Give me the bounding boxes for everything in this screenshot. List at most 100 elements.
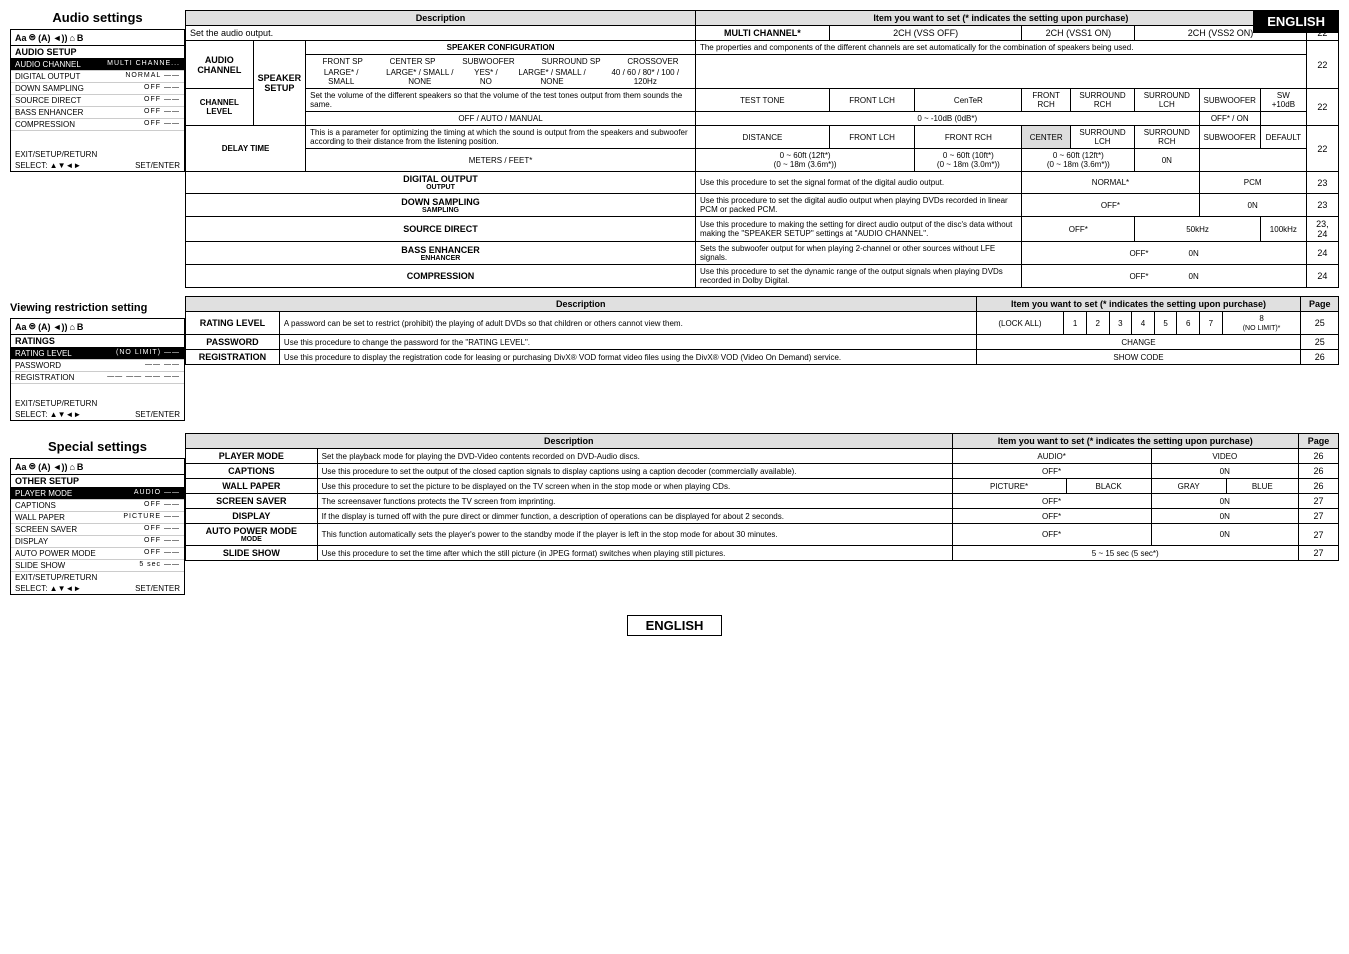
center-label: CenTeR — [915, 89, 1022, 112]
special-menu-item-1[interactable]: CAPTIONS OFF —— — [11, 500, 184, 512]
subwoofer-col-label: SUBWOOFER — [1199, 89, 1260, 112]
page-25-rating: 25 — [1301, 312, 1339, 335]
large-small-none-label2: LARGE* / SMALL / NONE — [506, 68, 597, 86]
table-row-password: PASSWORD Use this procedure to change th… — [186, 335, 1339, 350]
down-sampling-on: 0N — [1199, 194, 1306, 217]
channel-level-cell: CHANNEL LEVEL — [186, 89, 254, 126]
compression-off: OFF* 0N — [1022, 265, 1306, 288]
player-mode-video: VIDEO — [1151, 449, 1298, 464]
display-menu-value: OFF —— — [144, 537, 180, 546]
audio-channel-value: MULTI CHANNE... — [107, 60, 180, 69]
page-26-reg: 26 — [1301, 350, 1339, 365]
bass-enhancer-label-menu: BASS ENHANCER — [15, 108, 83, 117]
special-menu-item-4[interactable]: DISPLAY OFF —— — [11, 536, 184, 548]
player-mode-audio: AUDIO* — [952, 449, 1151, 464]
b-icon: B — [77, 33, 84, 43]
rating-val-6: 6 — [1177, 312, 1200, 335]
bass-enhancer-col: BASS ENHANCER ENHANCER — [186, 242, 696, 265]
auto-power-menu-label: AUTO POWER MODE — [15, 549, 96, 558]
special-menu-item-6[interactable]: SLIDE SHOW 5 sec —— — [11, 560, 184, 572]
table-row-registration: REGISTRATION Use this procedure to displ… — [186, 350, 1339, 365]
table-row-player-mode: PLAYER MODE Set the playback mode for pl… — [186, 449, 1339, 464]
table-row-rating-level: RATING LEVEL A password can be set to re… — [186, 312, 1339, 335]
surround-lch-d: SURROUND LCH — [1070, 126, 1134, 149]
test-tone-label: TEST TONE — [695, 89, 829, 112]
ratings-menu-item-2[interactable]: REGISTRATION —— —— —— —— — [11, 372, 184, 384]
slide-show-desc-cell: Use this procedure to set the time after… — [317, 546, 952, 561]
page-22-channel: 22 — [1306, 89, 1338, 126]
digital-output-normal: NORMAL* — [1022, 172, 1199, 194]
speaker-config-desc: The properties and components of the dif… — [695, 41, 1306, 55]
digital-output-desc-cell: Use this procedure to set the signal for… — [695, 172, 1021, 194]
ss-item-header: Item you want to set (* indicates the se… — [952, 434, 1298, 449]
2ch-vss1-on-header: 2CH (VSS1 ON) — [1022, 26, 1135, 41]
off-on-label: OFF* / ON — [1199, 112, 1260, 126]
display-menu-label: DISPLAY — [15, 537, 48, 546]
page-26-captions: 26 — [1298, 464, 1338, 479]
special-menu-item-2[interactable]: WALL PAPER PICTURE —— — [11, 512, 184, 524]
front-rch-d: FRONT RCH — [915, 126, 1022, 149]
audio-menu-item-0[interactable]: AUDIO CHANNEL MULTI CHANNE... — [11, 59, 184, 71]
speaker-icon-r: ◄)) — [53, 322, 68, 332]
auto-power-off: OFF* — [952, 524, 1151, 546]
table-row-speaker-config: AUDIO CHANNEL SPEAKER SETUP SPEAKER CONF… — [186, 41, 1339, 55]
front-rch-label: FRONT RCH — [1022, 89, 1070, 112]
password-col: PASSWORD — [186, 335, 280, 350]
set-enter-ratings: SET/ENTER — [135, 410, 180, 419]
display-desc-cell: If the display is turned off with the pu… — [317, 509, 952, 524]
exit-setup-ratings: EXIT/SETUP/RETURN — [15, 399, 97, 408]
page-26-player: 26 — [1298, 449, 1338, 464]
audio-menu-item-1[interactable]: DIGITAL OUTPUT NORMAL —— — [11, 71, 184, 83]
registration-col: REGISTRATION — [186, 350, 280, 365]
hz-label: 40 / 60 / 80* / 100 / 120Hz — [600, 68, 691, 86]
special-menu-item-5[interactable]: AUTO POWER MODE OFF —— — [11, 548, 184, 560]
table-row-captions: CAPTIONS Use this procedure to set the o… — [186, 464, 1339, 479]
b-icon-s: B — [77, 462, 84, 472]
table-row-slide-show: SLIDE SHOW Use this procedure to set the… — [186, 546, 1339, 561]
down-sampling-col: DOWN SAMPLING SAMPLING — [186, 194, 696, 217]
surround-rch-d: SURROUND RCH — [1135, 126, 1199, 149]
center-sp-label: CENTER SP — [390, 57, 436, 66]
slide-show-menu-label: SLIDE SHOW — [15, 561, 65, 570]
wall-paper-black: BLACK — [1066, 479, 1151, 494]
bass-enhancer-off: OFF* 0N — [1022, 242, 1306, 265]
digital-output-label-menu: DIGITAL OUTPUT — [15, 72, 80, 81]
captions-desc-cell: Use this procedure to set the output of … — [317, 464, 952, 479]
circle-icon: ⊜ — [29, 32, 37, 43]
ratings-menu-item-1[interactable]: PASSWORD —— —— — [11, 360, 184, 372]
ratings-menu-footer-2: SELECT: ▲▼◄► SET/ENTER — [11, 409, 184, 420]
source-direct-col: SOURCE DIRECT — [186, 217, 696, 242]
slide-show-val: 5 ~ 15 sec (5 sec*) — [952, 546, 1298, 561]
home-icon-s: ⌂ — [69, 462, 74, 472]
special-menu-footer: EXIT/SETUP/RETURN — [11, 572, 184, 583]
page-23-digital: 23 — [1306, 172, 1338, 194]
captions-off: OFF* — [952, 464, 1151, 479]
audio-menu-header: Aa ⊜ (A) ◄)) ⌂ B — [11, 30, 184, 46]
audio-menu-item-3[interactable]: SOURCE DIRECT OFF —— — [11, 95, 184, 107]
select-nav-ratings: SELECT: ▲▼◄► — [15, 410, 81, 419]
ratings-menu: Viewing restriction setting Aa ⊜ (A) ◄))… — [10, 296, 185, 425]
audio-menu-item-4[interactable]: BASS ENHANCER OFF —— — [11, 107, 184, 119]
audio-menu-item-5[interactable]: COMPRESSION OFF —— — [11, 119, 184, 131]
ratings-menu-footer: EXIT/SETUP/RETURN — [11, 398, 184, 409]
vr-item-header: Item you want to set (* indicates the se… — [976, 297, 1301, 312]
table-row-source-direct: SOURCE DIRECT Use this procedure to maki… — [186, 217, 1339, 242]
audio-menu-box: Aa ⊜ (A) ◄)) ⌂ B AUDIO SETUP AUDIO CHANN… — [10, 29, 185, 172]
special-menu-item-0[interactable]: PLAYER MODE AUDIO —— — [11, 488, 184, 500]
digital-output-sublabel: OUTPUT — [190, 184, 691, 191]
home-icon-r: ⌂ — [69, 322, 74, 332]
lock-all-label: (LOCK ALL) — [976, 312, 1064, 335]
ratings-menu-item-0[interactable]: RATING LEVEL (NO LIMIT) —— — [11, 348, 184, 360]
captions-menu-value: OFF —— — [144, 501, 180, 510]
down-sampling-desc-cell: Use this procedure to set the digital au… — [695, 194, 1021, 217]
audio-menu-item-2[interactable]: DOWN SAMPLING OFF —— — [11, 83, 184, 95]
table-row-wall-paper: WALL PAPER Use this procedure to set the… — [186, 479, 1339, 494]
special-menu-item-3[interactable]: SCREEN SAVER OFF —— — [11, 524, 184, 536]
player-mode-col: PLAYER MODE — [186, 449, 318, 464]
special-menu-box: Aa ⊜ (A) ◄)) ⌂ B OTHER SETUP PLAYER MODE… — [10, 458, 185, 595]
surround-lch-label: SURROUND LCH — [1135, 89, 1199, 112]
audio-menu-footer: EXIT/SETUP/RETURN — [11, 149, 184, 160]
source-direct-50khz: 50kHz — [1135, 217, 1261, 242]
source-direct-100khz: 100kHz — [1260, 217, 1306, 242]
compression-col: COMPRESSION — [186, 265, 696, 288]
